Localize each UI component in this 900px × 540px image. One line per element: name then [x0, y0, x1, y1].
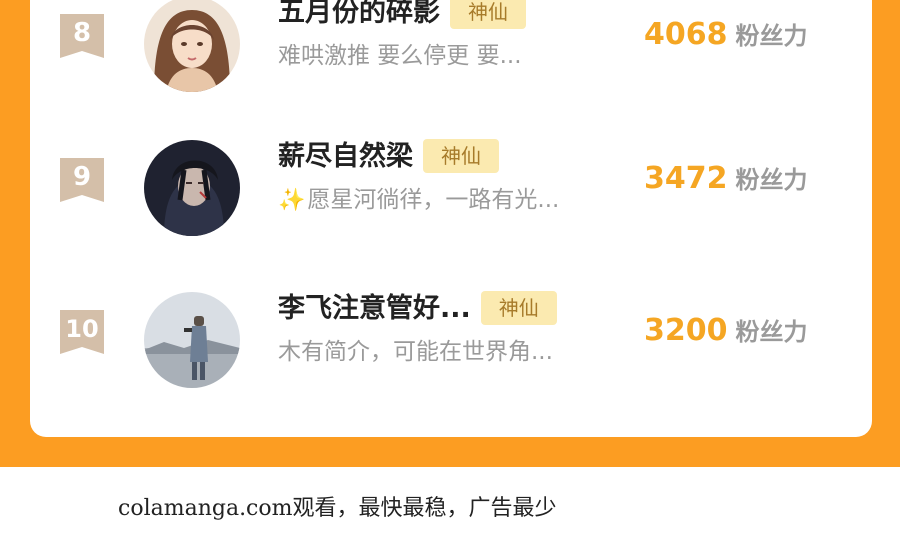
rank-badge: 8	[60, 14, 104, 58]
user-bio: 难哄激推 要么停更 要...	[278, 43, 522, 69]
ranking-row[interactable]: 10 李飞注意管好... 神仙 木有简介，可能在世界角... 3200 粉丝力	[30, 290, 872, 420]
avatar[interactable]	[144, 0, 240, 92]
fan-score-value: 3200	[644, 313, 728, 348]
user-name[interactable]: 五月份的碎影 神仙	[278, 0, 526, 31]
fan-score: 3200 粉丝力	[644, 312, 808, 354]
user-name[interactable]: 李飞注意管好... 神仙	[278, 290, 557, 327]
site-footer-text: colamanga.com观看，最快最稳，广告最少	[118, 496, 557, 521]
user-bio: ✨愿星河徜徉，一路有光...	[278, 187, 560, 213]
ranking-card: 8 五月份的碎影 神仙 难哄激推 要么停更 要... 4068 粉丝力 9 薪尽…	[30, 0, 872, 437]
fan-score-value: 4068	[644, 17, 728, 52]
level-badge: 神仙	[480, 290, 557, 325]
ranking-frame: 8 五月份的碎影 神仙 难哄激推 要么停更 要... 4068 粉丝力 9 薪尽…	[0, 0, 900, 467]
rank-badge: 9	[60, 158, 104, 202]
ranking-row[interactable]: 8 五月份的碎影 神仙 难哄激推 要么停更 要... 4068 粉丝力	[30, 0, 872, 124]
level-badge: 神仙	[423, 138, 499, 173]
avatar[interactable]	[144, 140, 240, 236]
ranking-row[interactable]: 9 薪尽自然梁 神仙 ✨愿星河徜徉，一路有光... 3472 粉丝力	[30, 138, 872, 268]
user-bio: 木有简介，可能在世界角...	[278, 339, 553, 365]
fan-score-value: 3472	[644, 161, 728, 196]
level-badge: 神仙	[450, 0, 526, 29]
rank-badge: 10	[60, 310, 104, 354]
fan-score: 3472 粉丝力	[644, 160, 808, 202]
user-name[interactable]: 薪尽自然梁 神仙	[278, 138, 499, 175]
fan-score-unit: 粉丝力	[735, 22, 808, 50]
avatar[interactable]	[144, 292, 240, 388]
sparkles-icon: ✨	[278, 188, 306, 213]
fan-score-unit: 粉丝力	[735, 166, 808, 194]
fan-score: 4068 粉丝力	[644, 16, 808, 58]
fan-score-unit: 粉丝力	[735, 318, 808, 346]
